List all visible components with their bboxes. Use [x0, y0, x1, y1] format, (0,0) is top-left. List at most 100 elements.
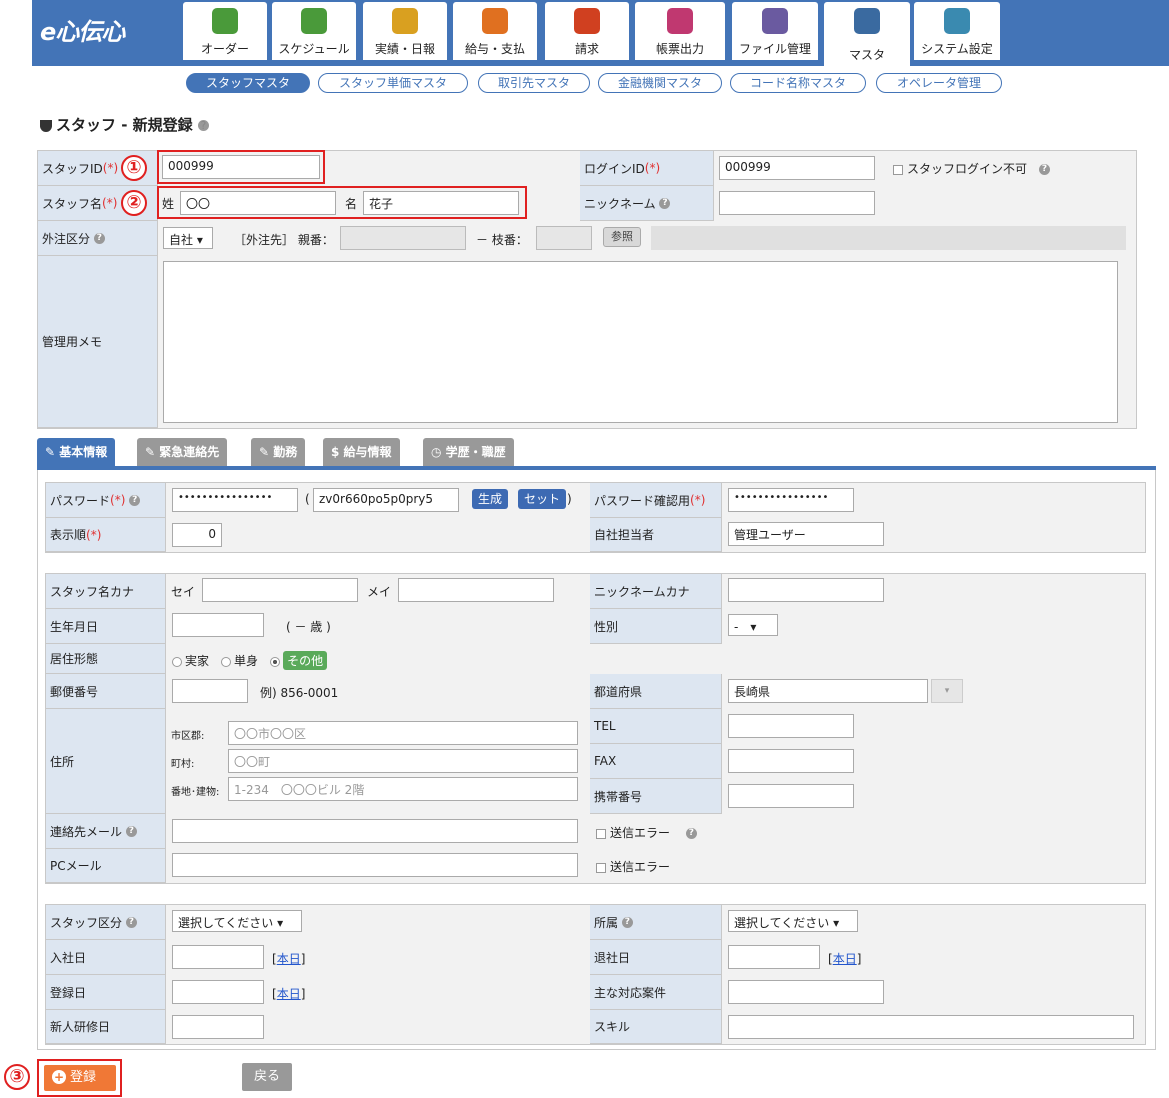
display-order-label: 表示順 (*): [46, 518, 166, 552]
nav-tab-8[interactable]: システム設定: [914, 2, 1000, 60]
login-disable-checkbox[interactable]: スタッフログイン不可 ?: [893, 160, 1051, 177]
nav-tab-4[interactable]: 請求: [545, 2, 629, 60]
password-confirm-input[interactable]: ••••••••••••••••: [728, 488, 854, 512]
birthdate-input[interactable]: [172, 613, 264, 637]
nickname-kana-input[interactable]: [728, 578, 884, 602]
tab-history[interactable]: ◷ 学歴・職歴: [423, 438, 514, 466]
staff-category-select[interactable]: 選択してください ▾: [172, 910, 302, 932]
prefecture-dropdown-button[interactable]: ▾: [931, 679, 963, 703]
pc-mail-error-checkbox[interactable]: 送信エラー: [596, 858, 670, 875]
tab-basic-info[interactable]: ✎ 基本情報: [37, 438, 116, 466]
memo-textarea[interactable]: [163, 261, 1118, 423]
town-input[interactable]: 〇〇町: [228, 749, 578, 773]
sex-select[interactable]: - ▾: [728, 614, 778, 636]
reg-date-input[interactable]: [172, 980, 264, 1004]
nickname-kana-label: ニックネームカナ: [590, 574, 722, 609]
building-label: 番地･建物:: [171, 787, 220, 798]
reg-today-link[interactable]: [本日]: [272, 985, 305, 1002]
sei-kana-input[interactable]: [202, 578, 358, 602]
prefecture-label: 都道府県: [590, 674, 722, 709]
contact-mail-input[interactable]: [172, 819, 578, 843]
nav-tab-5[interactable]: 帳票出力: [635, 2, 725, 60]
nickname-input[interactable]: [719, 191, 875, 215]
pc-mail-label: PCメール: [46, 849, 166, 883]
outsource-select[interactable]: 自社 ▾: [163, 227, 213, 249]
nav-tab-label: 帳票出力: [655, 42, 704, 56]
marker-1: ①: [121, 155, 147, 181]
building-input[interactable]: 1-234 〇〇〇ビル 2階: [228, 777, 578, 801]
nav-tab-label: ファイル管理: [738, 42, 811, 56]
display-order-input[interactable]: 0: [172, 523, 222, 547]
skill-input[interactable]: [728, 1015, 1134, 1039]
monitor-gear-icon: [944, 8, 970, 34]
nav-tab-label: システム設定: [921, 42, 993, 56]
nav-tab-2[interactable]: 実績・日報: [363, 2, 447, 60]
leave-date-input[interactable]: [728, 945, 820, 969]
nav-tab-3[interactable]: 給与・支払: [453, 2, 537, 60]
marker-box-1: [157, 150, 325, 184]
birthdate-label: 生年月日: [46, 609, 166, 644]
city-input[interactable]: 〇〇市〇〇区: [228, 721, 578, 745]
mobile-label: 携帯番号: [590, 779, 722, 814]
marker-3: ③: [4, 1064, 30, 1090]
subnav-bank-master[interactable]: 金融機関マスタ: [598, 73, 722, 93]
app-logo: e心伝心: [40, 18, 125, 46]
tab-emergency[interactable]: ✎ 緊急連絡先: [137, 438, 228, 466]
tel-input[interactable]: [728, 714, 854, 738]
back-button[interactable]: 戻る: [242, 1063, 292, 1091]
password-input[interactable]: ••••••••••••••••: [172, 488, 298, 512]
mobile-input[interactable]: [728, 784, 854, 808]
marker-2: ②: [121, 190, 147, 216]
pc-mail-input[interactable]: [172, 853, 578, 877]
password-confirm-label: パスワード確認用 (*): [590, 483, 722, 518]
subnav-code-master[interactable]: コード名称マスタ: [730, 73, 866, 93]
building-money-icon: [574, 8, 600, 34]
nav-tab-label: 給与・支払: [464, 42, 525, 56]
subnav-operator[interactable]: オペレータ管理: [876, 73, 1002, 93]
branch-number-input: [536, 226, 592, 250]
generate-button[interactable]: 生成: [472, 489, 508, 509]
login-id-input[interactable]: 000999: [719, 156, 875, 180]
register-button[interactable]: + 登録: [44, 1065, 116, 1091]
residence-radios[interactable]: 実家 単身 その他: [172, 651, 328, 670]
prefecture-input[interactable]: 長崎県: [728, 679, 928, 703]
subnav-client-master[interactable]: 取引先マスタ: [478, 73, 590, 93]
folder-icon: [762, 8, 788, 34]
nickname-label: ニックネーム ?: [580, 186, 714, 221]
address-label: 住所: [46, 709, 166, 814]
main-case-input[interactable]: [728, 980, 884, 1004]
branch-label: － 枝番：: [476, 233, 528, 247]
zip-example: 例) 856-0001: [260, 686, 339, 700]
zip-input[interactable]: [172, 679, 248, 703]
subnav-staff-master[interactable]: スタッフマスタ: [186, 73, 310, 93]
ref-button[interactable]: 参照: [603, 227, 641, 247]
nav-tab-7[interactable]: マスタ: [824, 2, 910, 66]
subnav-staff-rate-master[interactable]: スタッフ単価マスタ: [318, 73, 468, 93]
join-today-link[interactable]: [本日]: [272, 950, 305, 967]
leave-today-link[interactable]: [本日]: [828, 950, 861, 967]
help-icon[interactable]: ?: [197, 120, 209, 131]
nav-tab-0[interactable]: オーダー: [183, 2, 267, 60]
join-date-input[interactable]: [172, 945, 264, 969]
fax-input[interactable]: [728, 749, 854, 773]
nav-tab-label: マスタ: [848, 48, 885, 62]
department-select[interactable]: 選択してください ▾: [728, 910, 858, 932]
generated-password[interactable]: zv0r660po5p0pry5: [313, 488, 459, 512]
training-date-input[interactable]: [172, 1015, 264, 1039]
mei-kana-input[interactable]: [398, 578, 554, 602]
papers-icon: [667, 8, 693, 34]
nav-tab-6[interactable]: ファイル管理: [732, 2, 818, 60]
login-id-label: ログインID (*): [580, 151, 714, 186]
zip-label: 郵便番号: [46, 674, 166, 709]
nav-tab-1[interactable]: スケジュール: [272, 2, 356, 60]
tab-salary[interactable]: $ 給与情報: [323, 438, 400, 466]
memo-label: 管理用メモ: [38, 256, 158, 428]
sex-label: 性別: [590, 609, 722, 644]
manager-input[interactable]: 管理ユーザー: [728, 522, 884, 546]
contact-mail-error-checkbox[interactable]: 送信エラー ?: [596, 824, 697, 841]
set-button[interactable]: セット: [518, 489, 566, 509]
sub-navigation: スタッフマスタ スタッフ単価マスタ 取引先マスタ 金融機関マスタ コード名称マス…: [32, 66, 1169, 98]
nav-tab-label: 請求: [574, 42, 599, 56]
tab-work[interactable]: ✎ 勤務: [251, 438, 306, 466]
town-label: 町村:: [171, 759, 195, 770]
